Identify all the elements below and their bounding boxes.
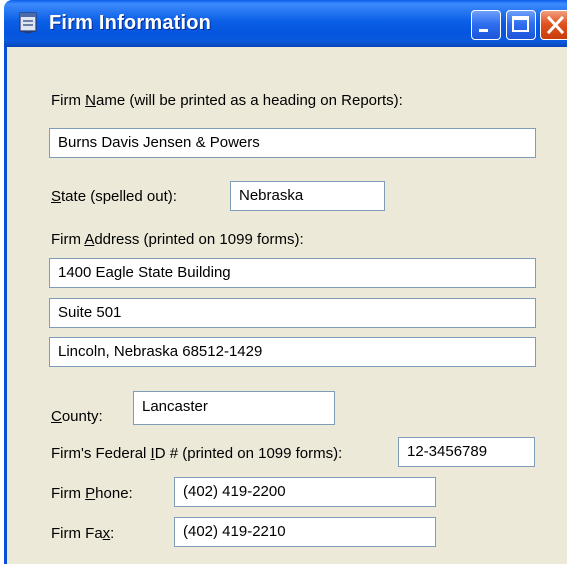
close-button[interactable] (540, 10, 567, 40)
minimize-button[interactable] (471, 10, 501, 40)
minimize-icon (479, 29, 488, 32)
firm-name-field[interactable]: Burns Davis Jensen & Powers (49, 128, 536, 158)
county-label: County: (51, 408, 103, 425)
maximize-icon (512, 16, 529, 32)
maximize-button[interactable] (506, 10, 536, 40)
firm-fax-label: Firm Fax: (51, 525, 115, 542)
state-label: State (spelled out): (51, 188, 177, 205)
county-field[interactable]: Lancaster (133, 391, 335, 425)
window-title: Firm Information (49, 12, 212, 34)
federal-id-label: Firm's Federal ID # (printed on 1099 for… (51, 445, 343, 462)
close-icon (546, 15, 565, 35)
state-field[interactable]: Nebraska (230, 181, 385, 211)
firm-address-label: Firm Address (printed on 1099 forms): (51, 231, 304, 248)
firm-phone-field[interactable]: (402) 419-2200 (174, 477, 436, 507)
firm-phone-label: Firm Phone: (51, 485, 133, 502)
app-window-icon (19, 12, 37, 34)
federal-id-field[interactable]: 12-3456789 (398, 437, 535, 467)
form-panel: Firm Name (will be printed as a heading … (4, 47, 567, 564)
address-line2-field[interactable]: Suite 501 (49, 298, 536, 328)
address-line1-field[interactable]: 1400 Eagle State Building (49, 258, 536, 288)
firm-information-window: Firm Information Firm Name (will be prin… (0, 0, 567, 564)
firm-name-label: Firm Name (will be printed as a heading … (51, 92, 403, 109)
title-bar[interactable]: Firm Information (4, 0, 567, 47)
firm-fax-field[interactable]: (402) 419-2210 (174, 517, 436, 547)
address-line3-field[interactable]: Lincoln, Nebraska 68512-1429 (49, 337, 536, 367)
